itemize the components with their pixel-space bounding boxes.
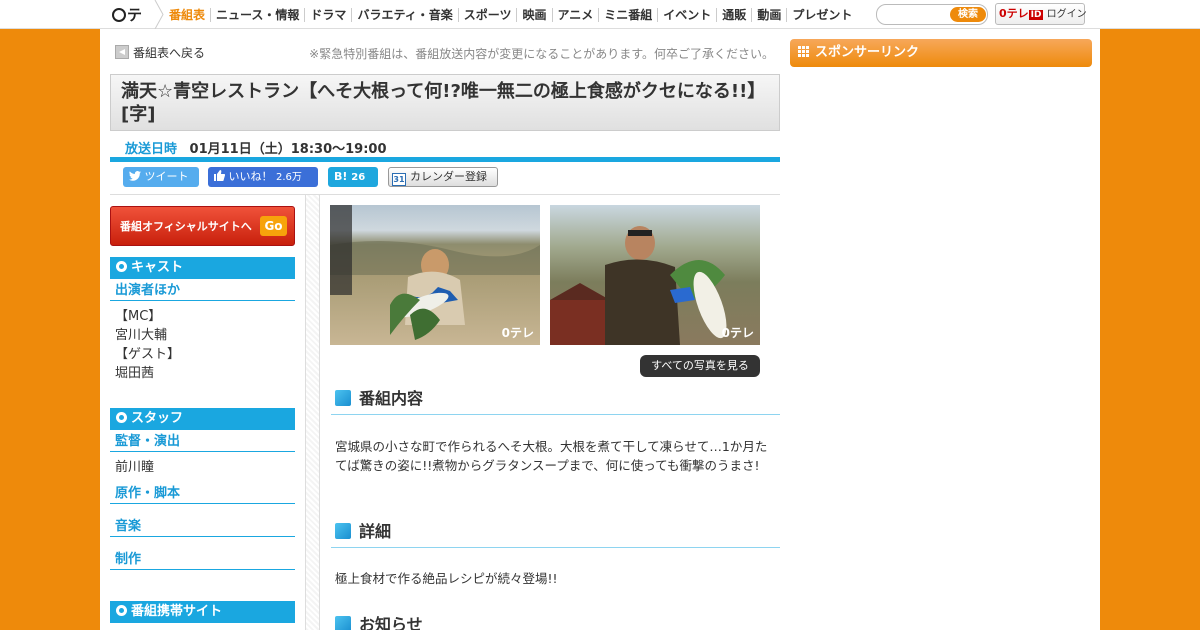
search-button[interactable]: 検索: [950, 7, 986, 22]
nav-item-mini-program[interactable]: ミニ番組: [599, 7, 659, 22]
cast-header: キャスト: [110, 257, 295, 279]
nav-item-video[interactable]: 動画: [752, 7, 788, 22]
nav-item-news[interactable]: ニュース・情報: [211, 7, 306, 22]
cast-line: 堀田茜: [115, 366, 155, 381]
production-subheader: 制作: [110, 552, 295, 570]
broadcast-value: 01月11日（土）18:30～19:00: [189, 142, 387, 157]
left-sidebar: 番組オフィシャルサイトへ Go キャスト 出演者ほか 【MC】 宮川大輔 【ゲス…: [110, 195, 320, 630]
hatena-count: 26: [351, 172, 366, 183]
cast-line: 【ゲスト】: [115, 347, 181, 362]
detail-text: 極上食材で作る絶品レシピが続々登場!!: [335, 571, 558, 586]
program-photo-2[interactable]: 0テレ: [550, 205, 760, 345]
nav-item-shopping[interactable]: 通販: [717, 7, 753, 22]
nav-item-sports[interactable]: スポーツ: [459, 7, 518, 22]
content-text: 宮城県の小さな町で作られるへそ大根。大根を煮て干して凍らせて…1か月たてば驚きの…: [335, 439, 768, 473]
cast-line: 宮川大輔: [115, 328, 168, 343]
zero-logo-icon: [112, 8, 126, 22]
detail-heading: 詳細: [331, 520, 780, 548]
top-navigation: テレ 番組表 ニュース・情報 ドラマ バラエティ・音楽 スポーツ 映画 アニメ …: [0, 0, 1200, 45]
program-photo-1[interactable]: 0テレ: [330, 205, 540, 345]
like-count: 2.6万: [276, 172, 302, 183]
nav-item-program-guide[interactable]: 番組表: [164, 7, 212, 22]
bullet-icon: [116, 605, 127, 616]
cast-line: 【MC】: [115, 309, 162, 324]
content-heading: 番組内容: [331, 387, 780, 415]
bullet-icon: [116, 261, 127, 272]
emergency-notice: ※緊急特別番組は、番組放送内容が変更になることがあります。何卒ご了承ください。: [309, 47, 774, 61]
facebook-like-button[interactable]: いいね！ 2.6万: [208, 167, 318, 187]
square-bullet-icon: [335, 523, 351, 539]
hatena-bookmark-button[interactable]: B! 26: [328, 167, 378, 187]
info-heading: お知らせ: [331, 613, 780, 630]
thumbs-up-icon: [214, 170, 226, 181]
back-link[interactable]: 番組表へ戻る: [115, 44, 205, 61]
nav-item-anime[interactable]: アニメ: [553, 7, 600, 22]
program-title: 満天☆青空レストラン【へそ大根って何!?唯一無二の極上食感がクセになる!!】[字…: [121, 81, 766, 125]
program-title-box: 満天☆青空レストラン【へそ大根って何!?唯一無二の極上食感がクセになる!!】[字…: [110, 74, 780, 131]
square-bullet-icon: [335, 390, 351, 406]
nav-item-event[interactable]: イベント: [658, 7, 718, 22]
broadcast-label: 放送日時: [125, 142, 178, 157]
zero-logo-icon: 0: [999, 7, 1007, 20]
grid-icon: [798, 46, 809, 57]
go-badge: Go: [260, 216, 287, 236]
nav-item-variety[interactable]: バラエティ・音楽: [352, 7, 459, 22]
director-line: 前川瞳: [115, 460, 155, 475]
staff-header: スタッフ: [110, 408, 295, 430]
sponsor-link-header: スポンサーリンク: [790, 39, 1092, 67]
ntv-logo[interactable]: テレ: [112, 4, 154, 45]
hatena-icon: B!: [334, 170, 348, 183]
mobile-site-header: 番組携帯サイト: [110, 601, 295, 623]
square-bullet-icon: [335, 616, 351, 630]
watermark-logo: 0テレ: [721, 326, 754, 340]
nav-item-present[interactable]: プレゼント: [787, 8, 862, 22]
writer-subheader: 原作・脚本: [110, 486, 295, 504]
sidebar-divider: [306, 195, 320, 630]
share-bar: ツイート いいね！ 2.6万 B! 26 31 カレンダー登録: [110, 165, 780, 195]
page-container: 番組表へ戻る ※緊急特別番組は、番組放送内容が変更になることがあります。何卒ご了…: [100, 29, 1100, 630]
nav-menu: 番組表 ニュース・情報 ドラマ バラエティ・音楽 スポーツ 映画 アニメ ミニ番…: [164, 0, 862, 29]
calendar-register-button[interactable]: 31 カレンダー登録: [388, 167, 498, 187]
calendar-icon: 31: [392, 173, 406, 186]
watermark-logo: 0テレ: [501, 326, 534, 340]
bullet-icon: [116, 412, 127, 423]
music-subheader: 音楽: [110, 519, 295, 537]
tweet-button[interactable]: ツイート: [123, 167, 199, 187]
broadcast-time: 放送日時 01月11日（土）18:30～19:00: [110, 133, 780, 162]
nav-item-drama[interactable]: ドラマ: [305, 7, 353, 22]
login-button[interactable]: 0テレ ID ログイン: [995, 3, 1087, 25]
back-arrow-icon: [115, 45, 129, 59]
chevron-right-icon: [154, 0, 164, 29]
director-subheader: 監督・演出: [110, 434, 295, 452]
twitter-bird-icon: [129, 171, 141, 181]
see-all-photos-button[interactable]: すべての写真を見る: [640, 355, 760, 377]
cast-subheader: 出演者ほか: [110, 283, 295, 301]
nav-item-movie[interactable]: 映画: [517, 7, 553, 22]
official-site-button[interactable]: 番組オフィシャルサイトへ Go: [110, 206, 295, 246]
